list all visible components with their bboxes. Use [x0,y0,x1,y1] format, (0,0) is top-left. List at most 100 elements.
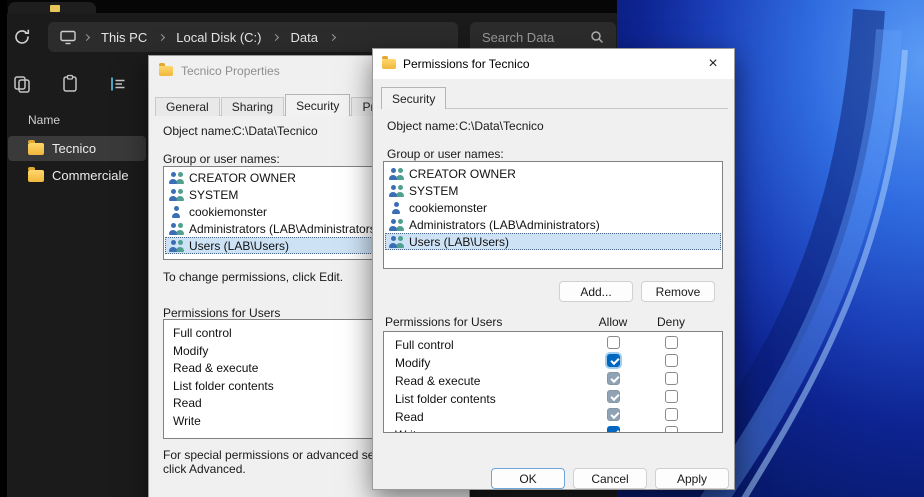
permission-name: List folder contents [395,392,496,406]
explorer-tab[interactable] [8,2,96,13]
group-icon [389,219,404,231]
permission-row: Full control [385,336,721,354]
group-name: Users (LAB\Users) [409,235,509,249]
explorer-toolbar [12,74,128,94]
permission-row: Read & execute [385,372,721,390]
allow-checkbox-modify[interactable] [607,354,620,367]
user-icon [169,206,184,218]
group-name: Users (LAB\Users) [189,239,289,253]
chevron-right-icon [329,33,336,40]
permissions-matrix: Full control Modify Read & execute List … [383,331,723,433]
permission-row: Modify [385,354,721,372]
deny-checkbox-full-control[interactable] [665,336,678,349]
dialog-title: Tecnico Properties [181,64,280,78]
advanced-hint-line2: click Advanced. [163,462,246,476]
permission-name: Write [395,428,423,433]
group-name: cookiemonster [189,205,267,219]
breadcrumb-local-disk[interactable]: Local Disk (C:) [172,30,265,45]
user-icon [389,202,404,214]
allow-checkbox-write[interactable] [607,426,620,433]
group-name: cookiemonster [409,201,487,215]
allow-checkbox-list-folder[interactable] [607,390,620,403]
apply-button[interactable]: Apply [655,468,729,489]
file-row-commerciale[interactable]: Commerciale [8,163,146,188]
window-edge [0,0,7,497]
group-name: SYSTEM [189,188,238,202]
chevron-right-icon [158,33,165,40]
permission-row: Read [385,408,721,426]
permission-name: Modify [395,356,430,370]
allow-column-header: Allow [593,315,633,329]
permission-name: Read [395,410,424,424]
ok-button[interactable]: OK [491,468,565,489]
permissions-label: Permissions for Users [163,306,280,320]
refresh-button[interactable] [12,27,32,47]
deny-checkbox-read[interactable] [665,408,678,421]
list-item[interactable]: Administrators (LAB\Administrators) [385,216,721,233]
object-name-label: Object name: [163,124,234,138]
remove-button[interactable]: Remove [641,281,715,302]
list-item[interactable]: cookiemonster [385,199,721,216]
deny-checkbox-list-folder[interactable] [665,390,678,403]
close-button[interactable]: × [701,52,725,76]
group-icon [169,223,184,235]
deny-checkbox-modify[interactable] [665,354,678,367]
search-placeholder: Search Data [482,30,554,45]
folder-icon [28,170,44,182]
folder-icon [28,143,44,155]
group-icon [389,236,404,248]
breadcrumb-this-pc[interactable]: This PC [97,30,151,45]
deny-checkbox-write[interactable] [665,426,678,433]
folder-icon [50,5,60,12]
file-name: Commerciale [52,168,129,183]
list-item[interactable]: SYSTEM [385,182,721,199]
explorer-tabstrip [0,0,617,13]
refresh-icon [12,27,32,47]
permission-name: Read & execute [395,374,480,388]
group-name: SYSTEM [409,184,458,198]
breadcrumb-data[interactable]: Data [286,30,321,45]
cancel-button[interactable]: Cancel [573,468,647,489]
group-icon [169,189,184,201]
permission-row: List folder contents [385,390,721,408]
allow-checkbox-full-control[interactable] [607,336,620,349]
edit-hint-text: To change permissions, click Edit. [163,270,343,284]
file-name: Tecnico [52,141,96,156]
group-icon [169,240,184,252]
object-name-value: C:\Data\Tecnico [233,124,318,138]
copy-icon[interactable] [12,74,32,94]
tab-security[interactable]: Security [381,87,446,109]
add-button[interactable]: Add... [559,281,633,302]
name-column-header[interactable]: Name [28,113,60,127]
tab-sharing[interactable]: Sharing [221,97,284,116]
group-name: Administrators (LAB\Administrators) [409,218,600,232]
permissions-label: Permissions for Users [385,315,502,329]
deny-column-header: Deny [651,315,691,329]
tab-general[interactable]: General [155,97,220,116]
list-item[interactable]: CREATOR OWNER [385,165,721,182]
folder-icon [382,59,396,69]
group-icon [169,172,184,184]
file-row-tecnico[interactable]: Tecnico [8,136,146,161]
allow-checkbox-read[interactable] [607,408,620,421]
group-name: CREATOR OWNER [409,167,516,181]
permission-row: Write [385,426,721,433]
this-pc-icon[interactable] [60,30,76,45]
chevron-right-icon [83,33,90,40]
list-item-selected[interactable]: Users (LAB\Users) [385,233,721,250]
group-icon [389,185,404,197]
group-names-label: Group or user names: [163,152,280,166]
group-name: CREATOR OWNER [189,171,296,185]
tab-security[interactable]: Security [285,94,350,116]
permission-name: Full control [395,338,454,352]
advanced-hint-line1: For special permissions or advanced sett… [163,448,397,462]
group-names-label: Group or user names: [387,147,504,161]
chevron-right-icon [272,33,279,40]
paste-icon[interactable] [60,74,80,94]
group-name: Administrators (LAB\Administrators) [189,222,380,236]
permissions-title-bar[interactable]: Permissions for Tecnico × [373,49,734,79]
folder-icon [159,66,173,76]
allow-checkbox-read-execute[interactable] [607,372,620,385]
rename-icon[interactable] [108,74,128,94]
deny-checkbox-read-execute[interactable] [665,372,678,385]
